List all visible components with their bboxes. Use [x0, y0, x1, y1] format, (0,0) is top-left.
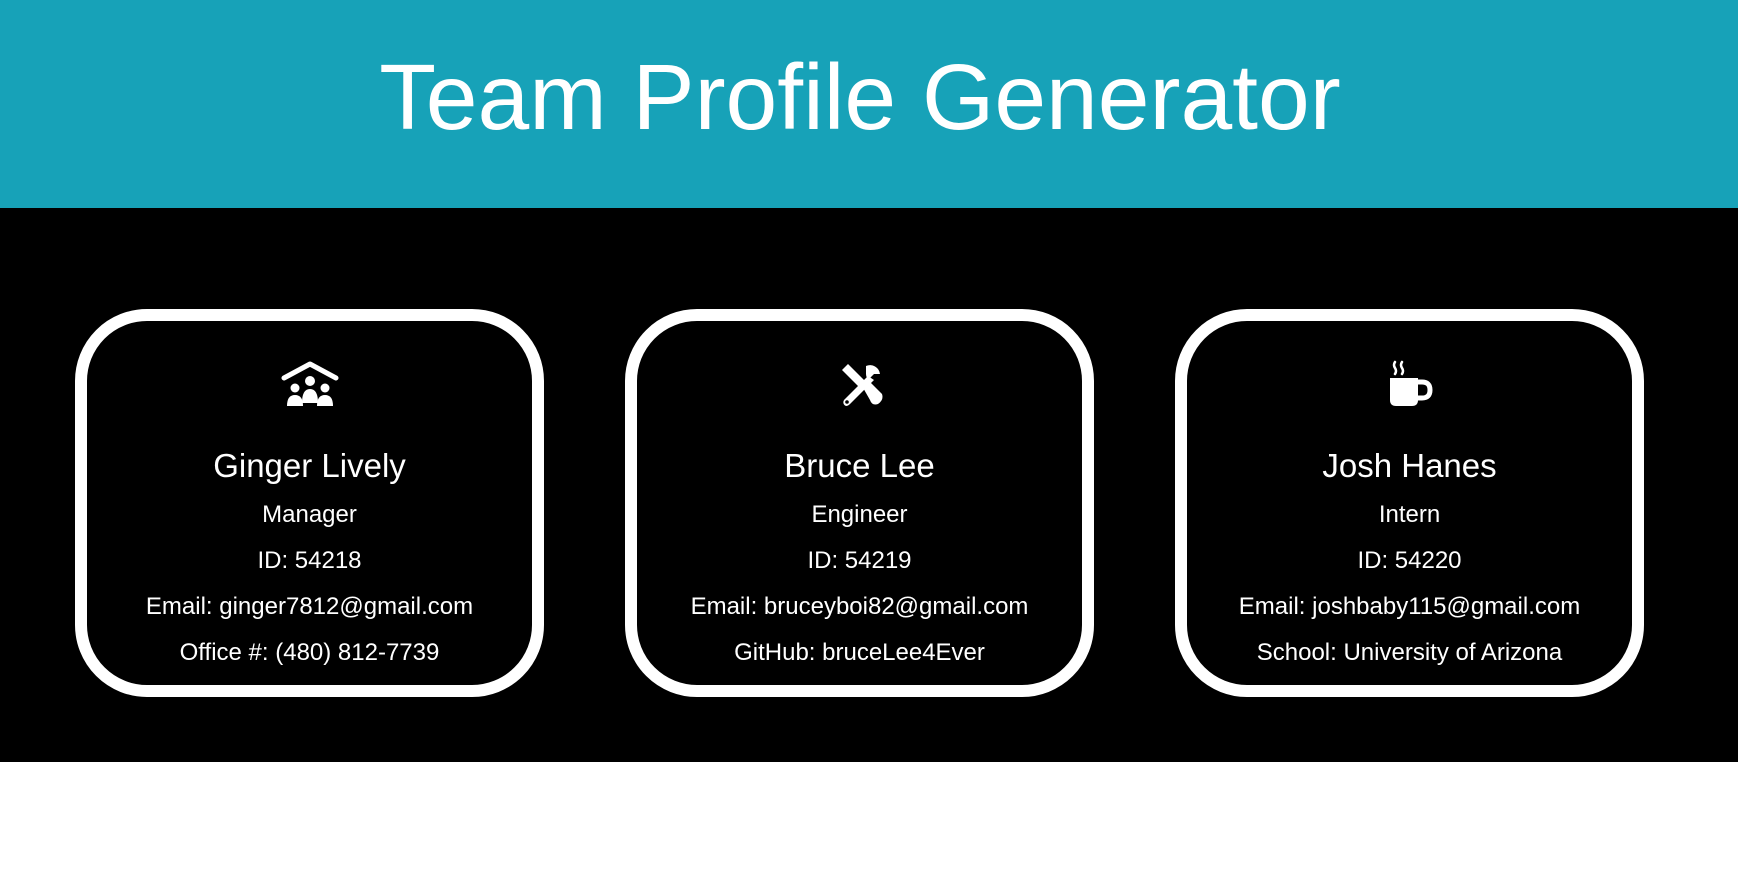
employee-card-intern: Josh Hanes Intern ID: 54220 Email: joshb… — [1175, 309, 1644, 697]
employee-id: ID: 54218 — [257, 547, 362, 574]
employee-name: Bruce Lee — [784, 447, 935, 484]
tools-icon — [637, 359, 1082, 409]
employee-school: School: University of Arizona — [1256, 639, 1563, 666]
house-people-icon — [87, 359, 532, 409]
employee-email[interactable]: Email: joshbaby115@gmail.com — [1187, 592, 1632, 622]
employee-name: Josh Hanes — [1322, 447, 1497, 484]
employee-github[interactable]: GitHub: bruceLee4Ever — [637, 638, 1082, 668]
team-section: Ginger Lively Manager ID: 54218 Email: g… — [0, 208, 1738, 762]
employee-card-engineer: Bruce Lee Engineer ID: 54219 Email: bruc… — [625, 309, 1094, 697]
employee-role: Manager — [262, 501, 357, 528]
employee-id: ID: 54219 — [807, 547, 912, 574]
employee-card-manager: Ginger Lively Manager ID: 54218 Email: g… — [75, 309, 544, 697]
employee-role: Engineer — [811, 501, 908, 528]
employee-email[interactable]: Email: ginger7812@gmail.com — [87, 592, 532, 622]
employee-id: ID: 54220 — [1357, 547, 1462, 574]
coffee-mug-icon — [1187, 359, 1632, 409]
employee-office-number: Office #: (480) 812-7739 — [179, 639, 440, 666]
employee-role: Intern — [1378, 501, 1441, 528]
page-header: Team Profile Generator — [0, 0, 1738, 208]
employee-name: Ginger Lively — [213, 447, 406, 484]
page-title: Team Profile Generator — [379, 45, 1341, 149]
employee-email[interactable]: Email: bruceyboi82@gmail.com — [637, 592, 1082, 622]
